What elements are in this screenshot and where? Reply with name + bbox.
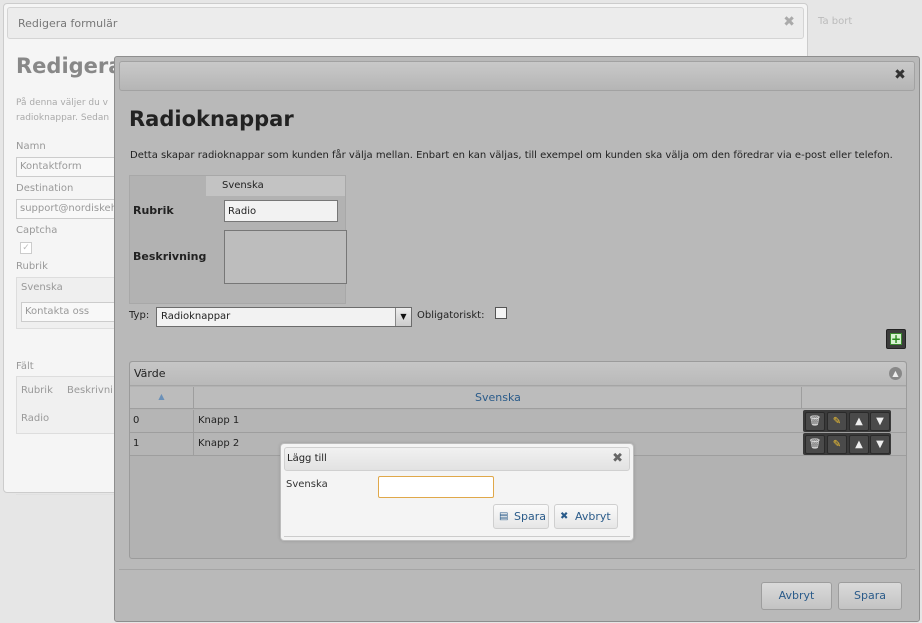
- background-rubrik-input: Kontakta oss: [21, 302, 116, 322]
- background-namn-input: Kontaktform: [16, 157, 116, 177]
- plus-icon: +: [890, 332, 902, 346]
- obligatoriskt-checkbox[interactable]: [495, 307, 507, 319]
- dialog-footer: Avbryt Spara: [119, 569, 915, 619]
- grid-caption: Värde ▲: [130, 362, 906, 386]
- close-icon: ✖: [560, 511, 569, 522]
- popup-cancel-label: Avbryt: [575, 510, 611, 523]
- background-heading: Redigera: [16, 54, 123, 78]
- background-fields-row: Radio: [21, 413, 50, 424]
- row-id: 1: [130, 433, 194, 455]
- row-value: Knapp 1: [198, 415, 240, 426]
- add-popup: Lägg till ✖ Svenska ▤ Spara ✖ Avbryt: [280, 443, 634, 541]
- background-rubrik-box: Svenska Kontakta oss: [16, 277, 121, 329]
- save-button[interactable]: Spara: [838, 582, 902, 610]
- arrow-up-icon[interactable]: ▲: [849, 435, 869, 454]
- background-titlebar: Redigera formulär ✖: [7, 7, 804, 39]
- save-icon: ▤: [499, 511, 509, 522]
- pencil-icon[interactable]: ✎: [827, 435, 847, 454]
- background-intro-line: radioknappar. Sedan: [16, 113, 110, 123]
- language-header-label: Svenska: [222, 180, 264, 191]
- background-label-captcha: Captcha: [16, 225, 58, 236]
- trash-icon[interactable]: 🗑: [805, 435, 825, 454]
- background-label-namn: Namn: [16, 141, 46, 152]
- grid-column-svenska[interactable]: Svenska: [195, 387, 802, 409]
- add-popup-divider: [284, 536, 630, 538]
- typ-label: Typ:: [129, 310, 150, 321]
- rubrik-input[interactable]: [224, 200, 338, 222]
- background-captcha-checkbox: ✓: [20, 242, 32, 254]
- beskrivning-textarea[interactable]: [224, 230, 347, 284]
- background-label-falt: Fält: [16, 361, 34, 372]
- background-side-text: Ta bort: [818, 16, 853, 27]
- beskrivning-label: Beskrivning: [133, 250, 207, 263]
- row-actions: 🗑 ✎ ▲ ▼: [803, 433, 891, 455]
- dialog-heading: Radioknappar: [129, 107, 294, 131]
- background-label-rubrik: Rubrik: [16, 261, 48, 272]
- rubrik-label: Rubrik: [133, 204, 174, 217]
- grid-header: ▲ Svenska: [130, 387, 906, 409]
- arrow-up-icon[interactable]: ▲: [849, 412, 869, 431]
- add-value-button[interactable]: +: [886, 329, 906, 349]
- background-fields-col: Rubrik: [21, 385, 53, 396]
- arrow-down-icon[interactable]: ▼: [870, 412, 890, 431]
- chevron-down-icon[interactable]: ▼: [395, 308, 411, 326]
- row-actions: 🗑 ✎ ▲ ▼: [803, 410, 891, 432]
- background-rubrik-lang: Svenska: [21, 282, 63, 293]
- table-row[interactable]: 0 Knapp 1 🗑 ✎ ▲ ▼: [130, 410, 906, 433]
- cancel-button[interactable]: Avbryt: [761, 582, 832, 610]
- dialog-titlebar: ✖: [119, 61, 915, 91]
- add-popup-lang-label: Svenska: [286, 479, 328, 490]
- background-intro: På denna väljer du v radioknappar. Sedan: [16, 96, 126, 126]
- language-table: Svenska Rubrik Beskrivning: [129, 175, 347, 304]
- close-icon[interactable]: ✖: [892, 67, 908, 83]
- typ-select-value: Radioknappar: [161, 311, 231, 322]
- add-popup-titlebar: Lägg till ✖: [284, 447, 630, 471]
- background-label-destination: Destination: [16, 183, 74, 194]
- close-icon[interactable]: ✖: [612, 451, 623, 466]
- popup-cancel-button[interactable]: ✖ Avbryt: [554, 504, 618, 529]
- background-title: Redigera formulär: [18, 17, 118, 30]
- background-fields-table: Rubrik Beskrivni Radio: [16, 376, 121, 434]
- trash-icon[interactable]: 🗑: [805, 412, 825, 431]
- pencil-icon[interactable]: ✎: [827, 412, 847, 431]
- dialog-description: Detta skapar radioknappar som kunden får…: [130, 150, 893, 161]
- background-destination-input: support@nordiskeh: [16, 199, 116, 219]
- add-value-input[interactable]: [378, 476, 494, 498]
- close-icon: ✖: [783, 14, 795, 30]
- grid-caption-title: Värde: [134, 367, 166, 380]
- background-fields-col: Beskrivni: [67, 385, 113, 396]
- add-popup-title: Lägg till: [287, 453, 327, 464]
- popup-save-button[interactable]: ▤ Spara: [493, 504, 549, 529]
- collapse-icon[interactable]: ▲: [889, 367, 902, 380]
- obligatoriskt-label: Obligatoriskt:: [417, 310, 485, 321]
- popup-save-label: Spara: [514, 510, 546, 523]
- language-header: Svenska: [206, 176, 345, 196]
- background-intro-line: På denna väljer du v: [16, 98, 108, 108]
- arrow-down-icon[interactable]: ▼: [870, 435, 890, 454]
- row-id: 0: [130, 410, 194, 432]
- typ-select[interactable]: Radioknappar ▼: [156, 307, 412, 327]
- sort-icon[interactable]: ▲: [130, 387, 194, 409]
